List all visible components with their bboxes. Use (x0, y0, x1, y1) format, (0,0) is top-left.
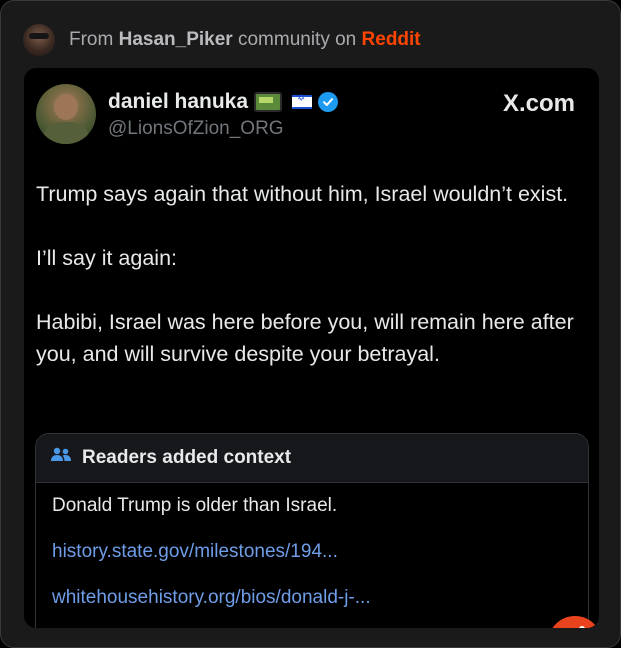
author-name-row: daniel hanuka (108, 90, 339, 114)
author-display-name[interactable]: daniel hanuka (108, 90, 248, 114)
tweet-paragraph: I’ll say it again: (36, 246, 178, 270)
community-avatar[interactable] (23, 24, 55, 56)
site-label[interactable]: X.com (503, 90, 575, 118)
community-note-body: Donald Trump is older than Israel. histo… (36, 483, 588, 619)
community-suffix: community on (237, 29, 357, 50)
source-line: From Hasan_Piker community on Reddit (69, 29, 421, 51)
verified-badge-icon (318, 92, 339, 112)
tweet-paragraph: Trump says again that without him, Israe… (36, 182, 569, 206)
source-bar: From Hasan_Piker community on Reddit (23, 23, 421, 57)
community-note: Readers added context Donald Trump is ol… (35, 433, 589, 628)
community-name[interactable]: Hasan_Piker (119, 29, 233, 50)
tweet-body: Trump says again that without him, Israe… (36, 178, 581, 402)
reddit-share-card: From Hasan_Piker community on Reddit dan… (0, 0, 621, 648)
community-note-title: Readers added context (82, 447, 292, 468)
platform-name[interactable]: Reddit (362, 29, 421, 50)
author-handle[interactable]: @LionsOfZion_ORG (108, 118, 284, 140)
community-note-link[interactable]: history.state.gov/milestones/194... (52, 541, 572, 563)
tweet-paragraph: Habibi, Israel was here before you, will… (36, 310, 574, 366)
people-icon (50, 446, 72, 470)
israel-flag-icon (292, 93, 313, 109)
from-label: From (69, 29, 114, 50)
author-avatar[interactable] (36, 84, 96, 144)
community-note-header: Readers added context (36, 434, 588, 483)
embedded-tweet[interactable]: daniel hanuka @LionsOfZion_ORG X.com Tru… (24, 68, 599, 628)
community-note-text: Donald Trump is older than Israel. (52, 495, 338, 516)
community-note-link[interactable]: whitehousehistory.org/bios/donald-j-... (52, 587, 572, 609)
pager-emoji-icon (254, 92, 283, 112)
